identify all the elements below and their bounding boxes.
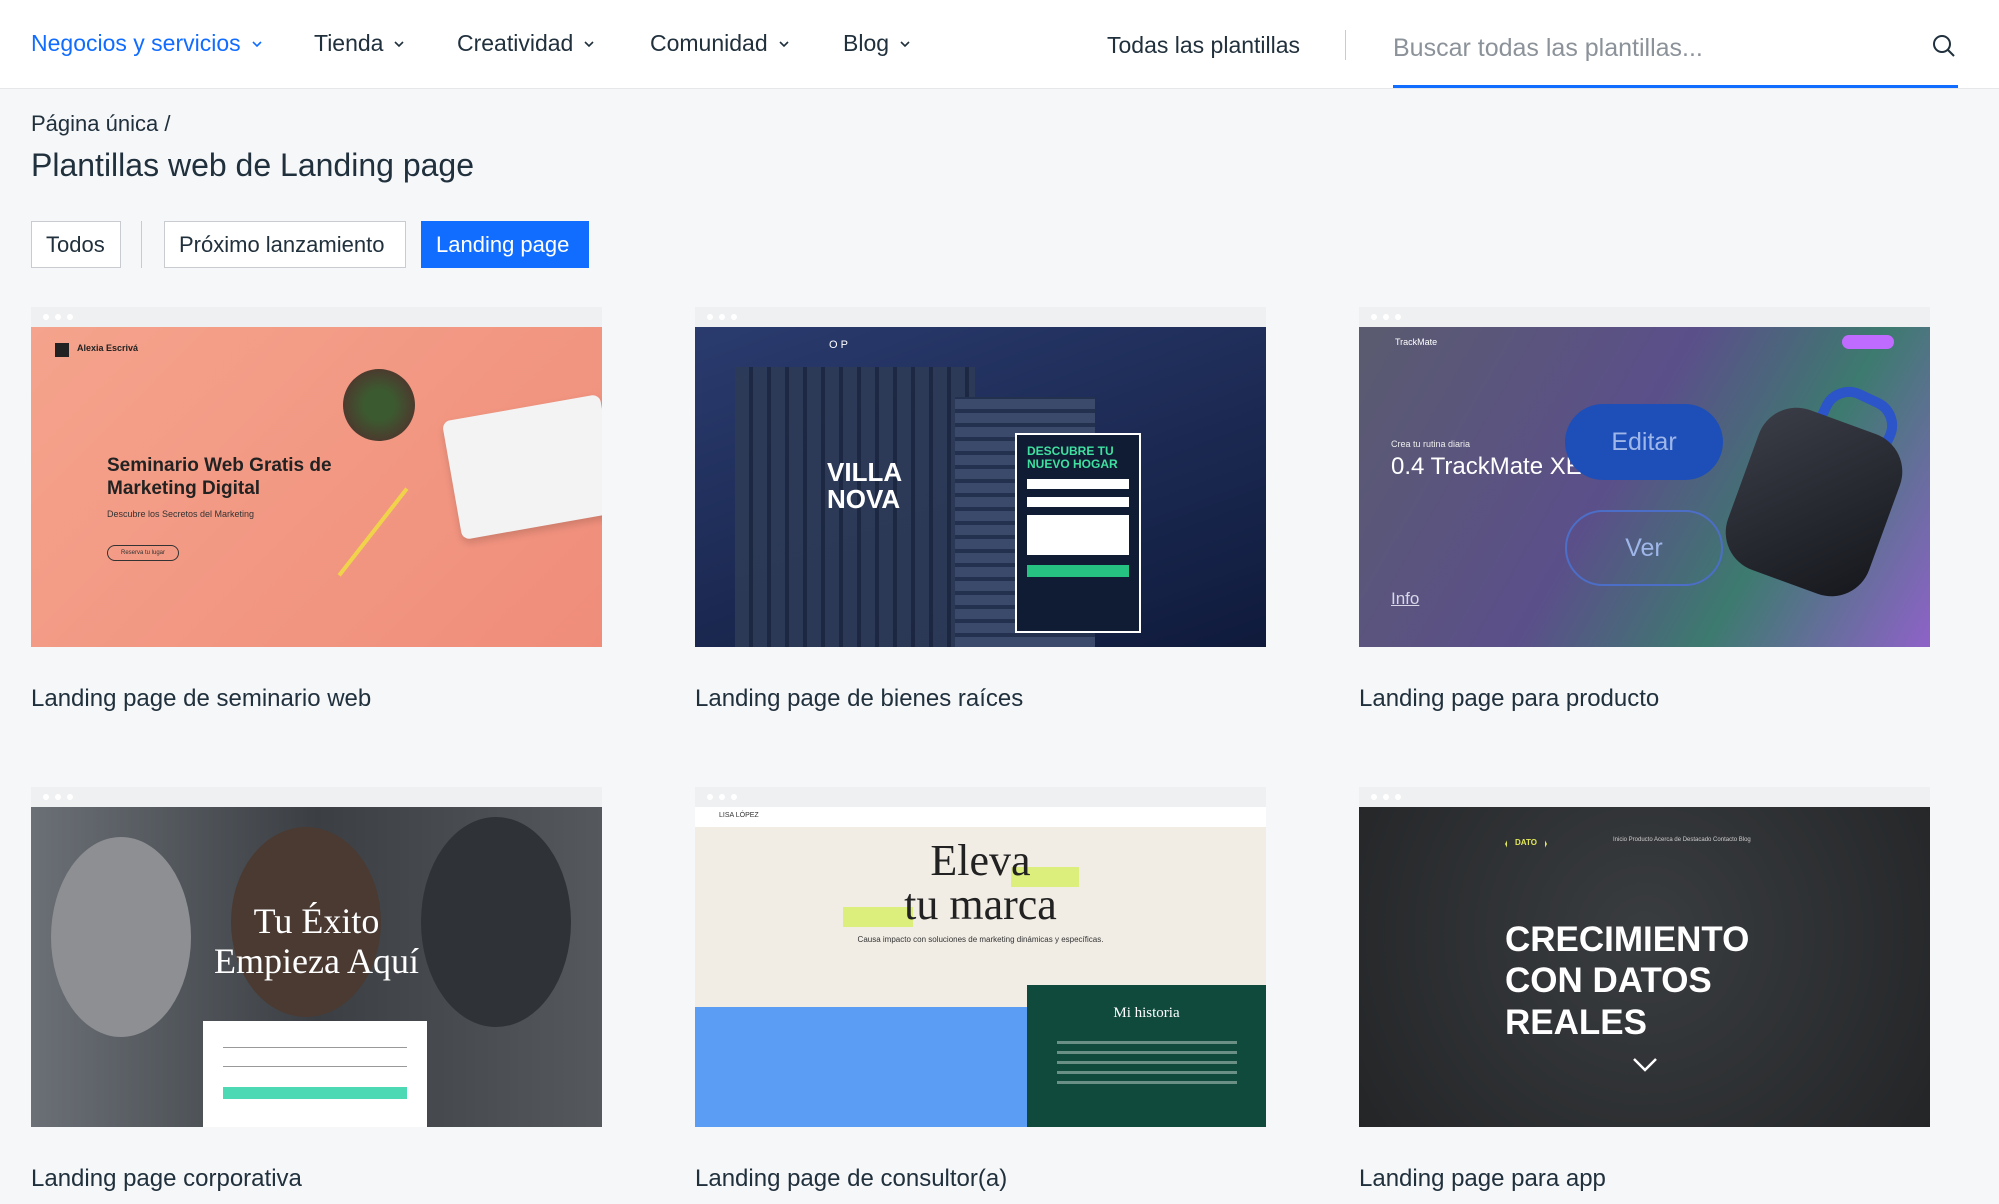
template-thumbnail[interactable]: Alexia Escrivá Seminario Web Gratis de M… (31, 327, 602, 647)
filter-landing-page[interactable]: Landing page (421, 221, 589, 268)
card-title[interactable]: Landing page para app (1359, 1165, 1930, 1193)
thumb-button: Reserva tu lugar (107, 545, 179, 561)
thumb-subheading: Causa impacto con soluciones de marketin… (857, 935, 1104, 944)
thumb-form-heading: DESCUBRE TU NUEVO HOGAR (1027, 444, 1118, 472)
thumb-brand: LISA LÓPEZ (719, 812, 759, 819)
card-title[interactable]: Landing page de consultor(a) (695, 1165, 1266, 1193)
nav-divider (1345, 30, 1346, 60)
search-input[interactable] (1393, 28, 1893, 68)
template-card[interactable]: O P VILLA NOVA DESCUBRE TU NUEVO HOGAR L… (695, 307, 1266, 713)
thumb-logo: O P (829, 339, 848, 351)
template-thumbnail[interactable]: DATO Inicio Producto Acerca de Destacado… (1359, 807, 1930, 1127)
nav-item-creatividad[interactable]: Creatividad (457, 30, 595, 57)
thumb-heading: CRECIMIENTO CON DATOS REALES (1505, 919, 1749, 1043)
template-card[interactable]: LISA LÓPEZ Eleva tu marca Causa impacto … (695, 787, 1266, 1193)
thumb-pill (1842, 335, 1894, 349)
thumb-heading: VILLA NOVA (827, 457, 903, 515)
story-heading: Mi historia (1113, 1005, 1180, 1021)
thumb-form (203, 1021, 427, 1127)
card-title[interactable]: Landing page para producto (1359, 685, 1930, 713)
nav-item-tienda[interactable]: Tienda (314, 30, 405, 57)
brand-logo (55, 343, 69, 357)
browser-bar (31, 787, 602, 807)
filter-divider (141, 221, 142, 268)
thumb-subheading: Descubre los Secretos del Marketing (107, 509, 255, 519)
template-card[interactable]: DATO Inicio Producto Acerca de Destacado… (1359, 787, 1930, 1193)
thumb-brand: Alexia Escrivá (77, 343, 139, 353)
browser-bar (1359, 307, 1930, 327)
info-link[interactable]: Info (1391, 589, 1419, 609)
chevron-down-icon (778, 38, 790, 50)
chevron-down-icon (1632, 1057, 1658, 1078)
thumb-heading: Eleva tu marca (695, 839, 1266, 927)
thumb-heading-line: REALES (1505, 1002, 1647, 1042)
plant-image (343, 369, 415, 441)
all-templates-link[interactable]: Todas las plantillas (1107, 32, 1300, 59)
nav-item-comunidad[interactable]: Comunidad (650, 30, 790, 57)
thumb-heading: Tu Éxito Empieza Aquí (31, 901, 602, 981)
thumb-heading-line: Eleva (930, 836, 1031, 885)
thumb-heading-line: Empieza Aquí (214, 940, 419, 981)
thumb-subheading: Crea tu rutina diaria (1391, 439, 1471, 449)
nav-item-negocios[interactable]: Negocios y servicios (31, 30, 263, 57)
search-box (1393, 18, 1958, 88)
template-card[interactable]: TrackMate Crea tu rutina diaria 0.4 Trac… (1359, 307, 1930, 713)
search-icon[interactable] (1930, 32, 1958, 60)
chevron-down-icon (251, 38, 263, 50)
template-thumbnail[interactable]: LISA LÓPEZ Eleva tu marca Causa impacto … (695, 807, 1266, 1127)
card-title[interactable]: Landing page de bienes raíces (695, 685, 1266, 713)
thumb-heading-line: VILLA (827, 457, 903, 487)
template-card[interactable]: Tu Éxito Empieza Aquí Landing page corpo… (31, 787, 602, 1193)
nav-item-label: Blog (843, 30, 890, 56)
card-title[interactable]: Landing page corporativa (31, 1165, 602, 1193)
nav-item-blog[interactable]: Blog (843, 30, 911, 57)
keyboard-image (441, 394, 602, 540)
thumb-heading-line: NOVA (827, 484, 901, 515)
story-panel: Mi historia (1027, 985, 1266, 1127)
template-card[interactable]: Alexia Escrivá Seminario Web Gratis de M… (31, 307, 602, 713)
template-thumbnail[interactable]: TrackMate Crea tu rutina diaria 0.4 Trac… (1359, 327, 1930, 647)
nav-item-label: Negocios y servicios (31, 30, 241, 56)
browser-bar (695, 307, 1266, 327)
template-thumbnail[interactable]: O P VILLA NOVA DESCUBRE TU NUEVO HOGAR (695, 327, 1266, 647)
chevron-down-icon (583, 38, 595, 50)
chevron-down-icon (899, 38, 911, 50)
pencil-image (337, 487, 409, 577)
thumb-heading-line: tu marca (904, 880, 1057, 929)
filter-proximo-lanzamiento[interactable]: Próximo lanzamiento (164, 221, 406, 268)
thumb-heading-line: Tu Éxito (253, 901, 380, 941)
thumb-menu: Inicio Producto Acerca de Destacado Cont… (1613, 837, 1751, 843)
thumb-form: DESCUBRE TU NUEVO HOGAR (1015, 433, 1141, 633)
page-title: Plantillas web de Landing page (31, 147, 474, 183)
chevron-down-icon (393, 38, 405, 50)
thumb-heading-line: CON DATOS (1505, 961, 1712, 1001)
card-title[interactable]: Landing page de seminario web (31, 685, 602, 713)
browser-bar (31, 307, 602, 327)
thumb-brand: TrackMate (1395, 337, 1438, 347)
illustration-image (695, 1007, 1027, 1127)
filter-todos[interactable]: Todos (31, 221, 121, 268)
nav-item-label: Tienda (314, 30, 384, 56)
thumb-logo: DATO (1515, 838, 1537, 847)
thumb-heading: Seminario Web Gratis de Marketing Digita… (107, 455, 332, 499)
view-button[interactable]: Ver (1565, 510, 1723, 586)
thumb-heading-line: CRECIMIENTO (1505, 920, 1750, 959)
nav-item-label: Creatividad (457, 30, 574, 56)
edit-button[interactable]: Editar (1565, 404, 1723, 480)
thumb-heading: 0.4 TrackMate XE (1391, 453, 1582, 480)
thumb-header: LISA LÓPEZ (695, 807, 1266, 827)
nav-item-label: Comunidad (650, 30, 768, 56)
top-nav: Negocios y servicios Tienda Creatividad … (0, 0, 1999, 89)
breadcrumb[interactable]: Página única / (31, 111, 170, 137)
browser-bar (695, 787, 1266, 807)
browser-bar (1359, 787, 1930, 807)
template-thumbnail[interactable]: Tu Éxito Empieza Aquí (31, 807, 602, 1127)
